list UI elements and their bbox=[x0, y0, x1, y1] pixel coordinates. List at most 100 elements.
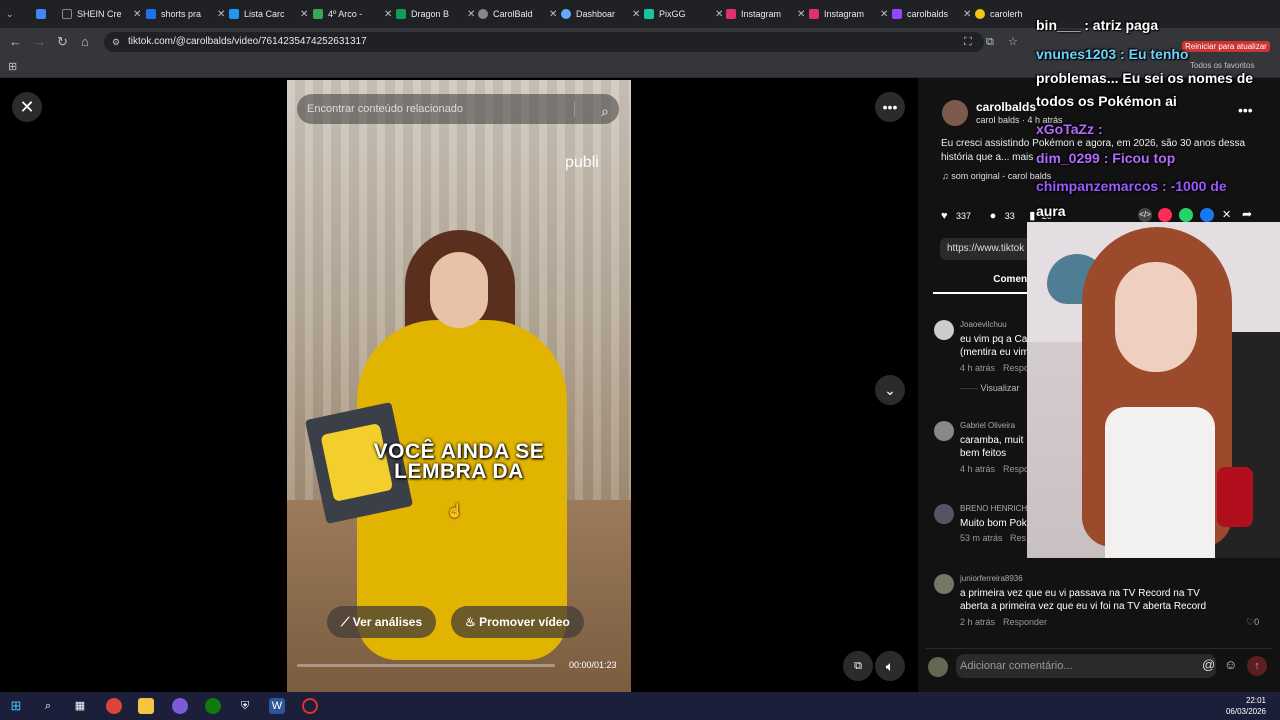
instagram-icon bbox=[809, 9, 819, 19]
chrome-icon[interactable] bbox=[106, 698, 122, 714]
chevron-down-icon[interactable]: ⌄ bbox=[875, 375, 905, 405]
security-icon[interactable]: ⛨ bbox=[237, 698, 253, 714]
close-icon[interactable]: ✕ bbox=[632, 9, 640, 20]
related-search-input[interactable]: Encontrar conteúdo relacionado ⌕ bbox=[297, 94, 619, 124]
browser-tab[interactable]: carolerh bbox=[975, 4, 1040, 24]
video-progress-bar[interactable] bbox=[297, 664, 555, 667]
close-icon[interactable]: ✕ bbox=[880, 9, 888, 20]
comment-input[interactable]: Adicionar comentário... bbox=[956, 654, 1216, 678]
comment-like[interactable]: ♡0 bbox=[1246, 617, 1259, 628]
search-divider bbox=[574, 101, 575, 117]
forward-icon[interactable]: → bbox=[33, 34, 46, 50]
reply-button[interactable]: Respo bbox=[1003, 464, 1029, 474]
address-bar[interactable]: ⚙ tiktok.com/@carolbalds/video/761423547… bbox=[104, 32, 984, 52]
close-icon[interactable]: ✕ bbox=[549, 9, 557, 20]
back-icon[interactable]: ← bbox=[9, 34, 22, 50]
close-icon[interactable]: ✕ bbox=[715, 9, 723, 20]
chart-icon: ⟋ bbox=[341, 615, 353, 629]
chat-message: xGoTaZz : bbox=[1036, 121, 1103, 137]
bookmark-star-icon[interactable]: ☆ bbox=[1008, 34, 1018, 50]
restart-update-label[interactable]: Reiniciar para atualizar bbox=[1182, 41, 1270, 52]
tab-search-icon[interactable]: ⌄ bbox=[6, 6, 14, 22]
reply-button[interactable]: Responder bbox=[1003, 617, 1047, 627]
close-icon[interactable]: ✕ bbox=[963, 9, 971, 20]
heart-icon[interactable]: ♥ bbox=[941, 210, 948, 222]
reply-button[interactable]: Res bbox=[1010, 533, 1026, 543]
emoji-icon[interactable]: ☺ bbox=[1224, 657, 1237, 672]
browser-tab[interactable]: Instagram ✕ bbox=[726, 4, 805, 24]
site-info-icon[interactable]: ⚙ bbox=[112, 32, 120, 52]
browser-tab[interactable]: CarolBald ✕ bbox=[478, 4, 557, 24]
comment-time: 2 h atrás bbox=[960, 617, 996, 627]
close-icon[interactable]: ✕ bbox=[217, 9, 225, 20]
floating-player-icon[interactable]: ⧉ bbox=[843, 651, 873, 681]
send-comment-button[interactable]: ↑ bbox=[1247, 656, 1267, 676]
comment-username[interactable]: Gabriel Oliveira bbox=[960, 421, 1015, 430]
avatar[interactable] bbox=[934, 574, 954, 594]
microphone-icon bbox=[1217, 467, 1253, 527]
author-name[interactable]: carolbalds bbox=[976, 100, 1036, 114]
mention-icon[interactable]: @ bbox=[1202, 657, 1215, 672]
close-icon[interactable]: ✕ bbox=[797, 9, 805, 20]
tab-label: Dragon B bbox=[411, 9, 450, 19]
hand-cursor-icon: ☝ bbox=[446, 502, 464, 518]
more-options-icon[interactable]: ••• bbox=[875, 92, 905, 122]
avatar[interactable] bbox=[934, 504, 954, 524]
close-video-button[interactable]: ✕ bbox=[12, 92, 42, 122]
apps-grid-icon[interactable]: ⊞ bbox=[8, 60, 17, 73]
close-icon[interactable]: ✕ bbox=[384, 9, 392, 20]
caption-line: VOCÊ AINDA SE bbox=[373, 440, 545, 463]
task-view-icon[interactable]: ▦ bbox=[72, 698, 88, 714]
tab-favicon-icon bbox=[62, 9, 72, 19]
browser-tab[interactable] bbox=[36, 4, 51, 24]
comment-time: 4 h atrás bbox=[960, 464, 996, 474]
chat-message: todos os Pokémon ai bbox=[1036, 93, 1177, 109]
volume-icon[interactable]: 🔈︎ bbox=[875, 651, 905, 681]
video-player[interactable]: Encontrar conteúdo relacionado ⌕ publi V… bbox=[287, 80, 631, 692]
chat-message: chimpanzemarcos : -1000 de bbox=[1036, 178, 1227, 194]
browser-tab[interactable]: Dragon B ✕ bbox=[396, 4, 475, 24]
avatar[interactable] bbox=[934, 421, 954, 441]
close-icon[interactable]: ✕ bbox=[300, 9, 308, 20]
tab-label: carolbalds bbox=[907, 9, 949, 19]
browser-tab[interactable]: Instagram ✕ bbox=[809, 4, 888, 24]
browser-tab[interactable]: Dashboar ✕ bbox=[561, 4, 640, 24]
windows-start-icon[interactable]: ⊞ bbox=[8, 698, 24, 714]
reload-icon[interactable]: ↻ bbox=[57, 34, 68, 50]
publi-label: publi bbox=[565, 154, 599, 171]
view-analytics-button[interactable]: ⟋ Ver análises bbox=[327, 606, 437, 638]
promote-video-button[interactable]: ♨ Promover vídeo bbox=[451, 606, 584, 638]
comment-username[interactable]: Joaoevilchuu bbox=[960, 320, 1007, 329]
avatar[interactable] bbox=[942, 100, 968, 126]
close-icon[interactable]: ✕ bbox=[133, 9, 141, 20]
comment-username[interactable]: BRENO HENRICH bbox=[960, 504, 1027, 513]
system-clock[interactable]: 22:01 06/03/2026 bbox=[1226, 695, 1266, 717]
obs-icon[interactable] bbox=[302, 698, 318, 714]
view-replies-button[interactable]: —— Visualizar bbox=[960, 383, 1019, 393]
video-person-face bbox=[430, 252, 488, 328]
app-icon[interactable] bbox=[172, 698, 188, 714]
xbox-icon[interactable] bbox=[205, 698, 221, 714]
avatar bbox=[928, 657, 948, 677]
install-icon[interactable]: ⧉ bbox=[986, 34, 994, 50]
home-icon[interactable]: ⌂ bbox=[81, 34, 89, 50]
search-icon[interactable]: ⌕ bbox=[40, 698, 56, 714]
browser-tab[interactable]: PixGG ✕ bbox=[644, 4, 723, 24]
browser-tab[interactable]: carolbalds ✕ bbox=[892, 4, 971, 24]
caption-line: LEMBRA DA bbox=[394, 460, 524, 483]
file-explorer-icon[interactable] bbox=[138, 698, 154, 714]
browser-tab[interactable]: shorts pra ✕ bbox=[146, 4, 225, 24]
tab-label: CarolBald bbox=[493, 9, 533, 19]
browser-tab[interactable]: Lista Carc ✕ bbox=[229, 4, 308, 24]
comment-username[interactable]: juniorferreira8936 bbox=[960, 574, 1023, 583]
translate-icon[interactable]: ⛶ bbox=[964, 34, 972, 50]
comment-icon[interactable]: ● bbox=[990, 210, 997, 222]
browser-tab[interactable]: 4º Arco - ✕ bbox=[313, 4, 392, 24]
tab-favicon-icon bbox=[644, 9, 654, 19]
search-icon[interactable]: ⌕ bbox=[601, 96, 609, 126]
word-icon[interactable]: W bbox=[269, 698, 285, 714]
close-icon[interactable]: ✕ bbox=[467, 9, 475, 20]
browser-tab[interactable]: SHEIN Cre ✕ bbox=[62, 4, 141, 24]
avatar[interactable] bbox=[934, 320, 954, 340]
like-count: 337 bbox=[956, 211, 972, 221]
